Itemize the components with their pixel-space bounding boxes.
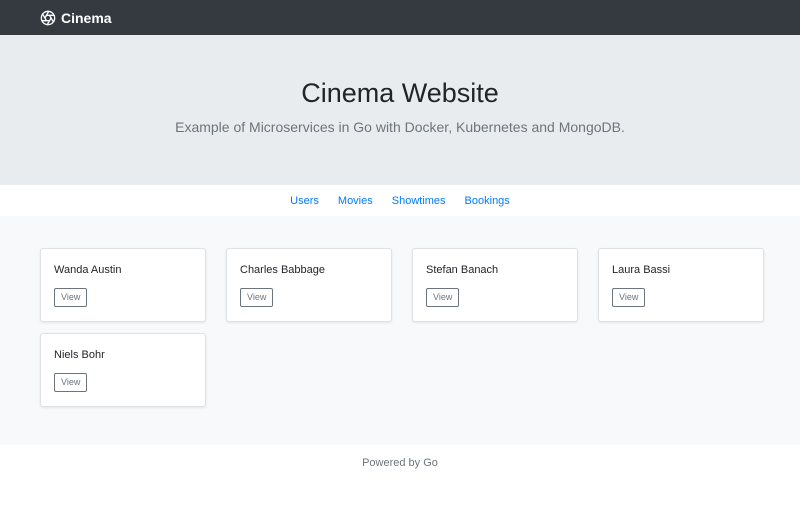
view-button[interactable]: View: [54, 373, 88, 392]
user-card: Charles Babbage View: [226, 248, 392, 322]
user-card: Stefan Banach View: [412, 248, 578, 322]
view-button[interactable]: View: [240, 288, 274, 307]
hero-banner: Cinema Website Example of Microservices …: [0, 35, 800, 185]
brand-link[interactable]: Cinema: [40, 10, 112, 26]
brand-label: Cinema: [61, 9, 112, 26]
section-nav: Users Movies Showtimes Bookings: [0, 185, 800, 216]
aperture-icon: [40, 10, 56, 26]
view-button[interactable]: View: [426, 288, 460, 307]
user-name: Laura Bassi: [612, 264, 671, 276]
nav-link-users[interactable]: Users: [281, 195, 329, 207]
user-name: Stefan Banach: [426, 264, 499, 276]
main-content: Wanda Austin View Charles Babbage View S…: [0, 216, 800, 445]
nav-link-movies[interactable]: Movies: [328, 195, 382, 207]
page-footer: Powered by Go: [0, 445, 800, 508]
view-button[interactable]: View: [612, 288, 646, 307]
user-card: Wanda Austin View: [40, 248, 206, 322]
nav-link-showtimes[interactable]: Showtimes: [382, 195, 455, 207]
nav-link-bookings[interactable]: Bookings: [455, 195, 519, 207]
user-name: Niels Bohr: [54, 349, 105, 361]
view-button[interactable]: View: [54, 288, 88, 307]
user-name: Wanda Austin: [54, 264, 122, 276]
user-card-grid: Wanda Austin View Charles Babbage View S…: [40, 248, 764, 407]
top-navbar: Cinema: [0, 0, 800, 35]
page-title: Cinema Website: [301, 78, 499, 108]
footer-text: Powered by Go: [362, 457, 438, 469]
user-card: Niels Bohr View: [40, 333, 206, 407]
user-card: Laura Bassi View: [598, 248, 764, 322]
page-subtitle: Example of Microservices in Go with Dock…: [175, 119, 625, 135]
user-name: Charles Babbage: [240, 264, 326, 276]
